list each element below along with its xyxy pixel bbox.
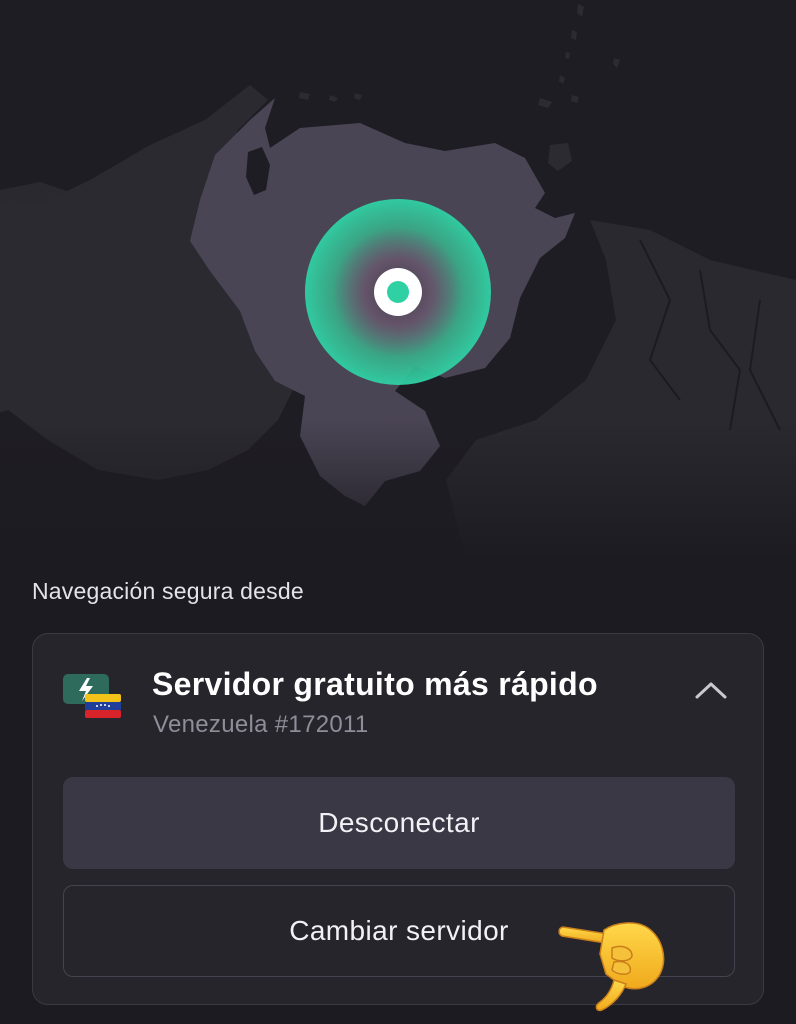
- section-label: Navegación segura desde: [32, 578, 304, 604]
- change-server-button-label: Cambiar servidor: [289, 915, 509, 946]
- pointing-hand-icon: [556, 914, 674, 1014]
- disconnect-button-label: Desconectar: [318, 807, 480, 838]
- fastest-server-lightning-icon: [63, 670, 123, 722]
- server-title: Servidor gratuito más rápido: [152, 666, 598, 702]
- world-map: [0, 0, 796, 560]
- vpn-screen: Navegación segura desde Servidor gratuit…: [0, 0, 796, 1024]
- server-subtitle: Venezuela #172011: [153, 711, 369, 738]
- location-marker-dot[interactable]: [387, 281, 409, 303]
- map-svg: [0, 0, 796, 560]
- chevron-up-icon[interactable]: [693, 678, 729, 702]
- disconnect-button[interactable]: Desconectar: [63, 777, 735, 869]
- venezuela-flag-icon: [85, 694, 121, 718]
